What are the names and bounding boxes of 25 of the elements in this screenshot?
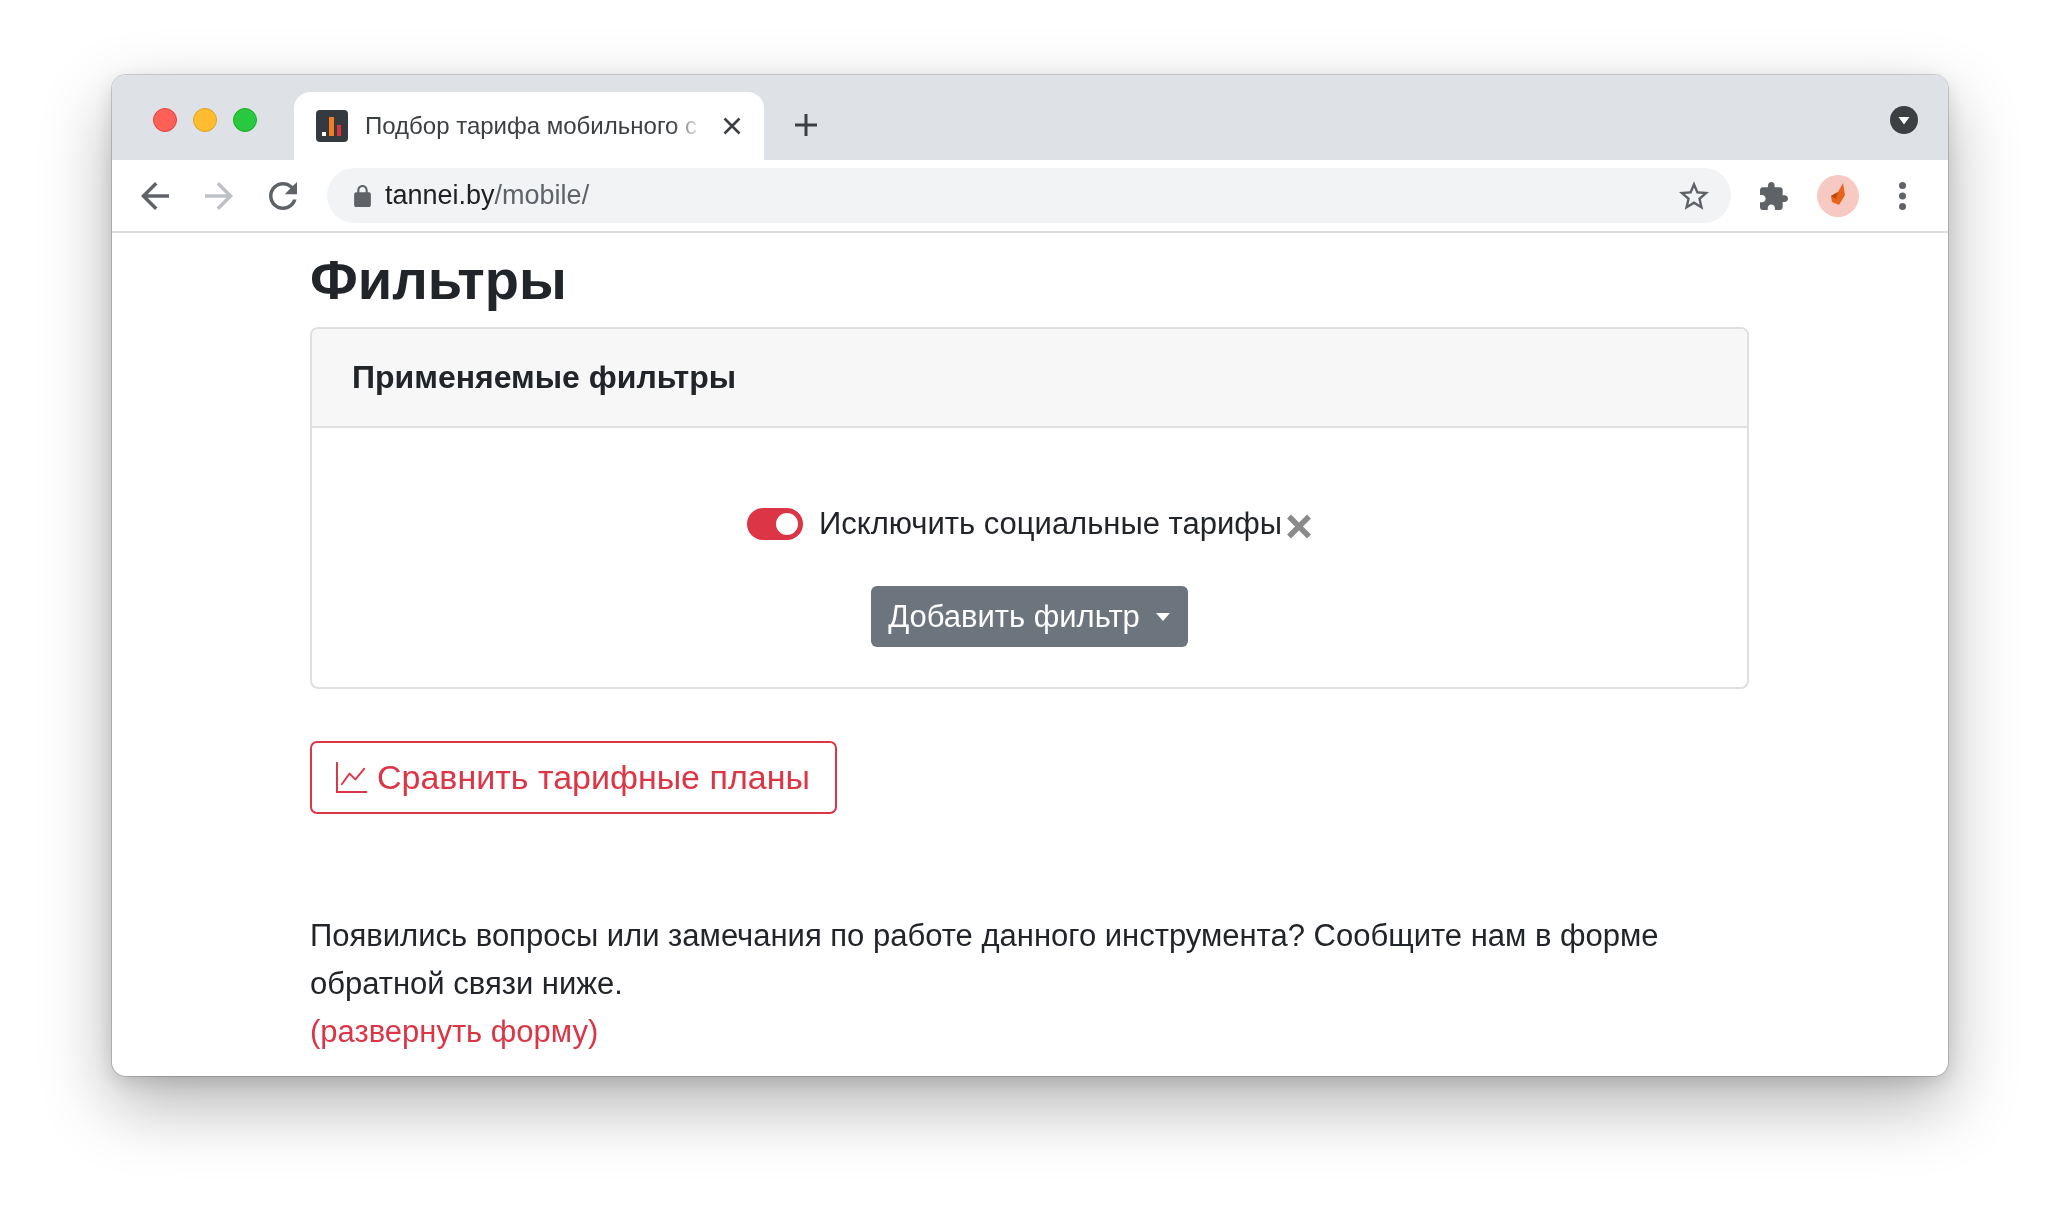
expand-form-link[interactable]: (развернуть форму) [310,1008,599,1056]
compare-plans-button[interactable]: Сравнить тарифные планы [310,741,837,814]
down-caret-icon[interactable] [1890,106,1918,134]
lock-icon[interactable] [354,184,371,207]
puzzle-piece-icon[interactable] [1760,181,1788,210]
toggle-switch[interactable] [746,507,803,540]
page-heading: Фильтры [310,247,567,313]
address-bar[interactable]: tannei.by/mobile/ [327,168,1731,223]
add-filter-button[interactable]: Добавить фильтр [871,586,1188,647]
filter-label: Исключить социальные тарифы [818,505,1283,542]
caret-icon [1155,612,1170,621]
feedback-text: Появились вопросы или замечания по работе данного инструмента? Сообщите нам в форме обратной связи ниже. [310,917,1660,1003]
line-chart-icon [336,762,367,793]
card-title: Применяемые фильтры [352,359,737,396]
close-icon[interactable] [723,117,741,135]
bar-chart-icon [316,110,348,142]
browser-tab[interactable]: Подбор тарифа мобильного с [294,92,764,160]
avatar-icon[interactable] [1817,174,1859,217]
star-icon[interactable] [1679,181,1709,210]
more-icon[interactable] [1899,181,1906,210]
plus-icon[interactable] [795,114,817,136]
close-window-icon[interactable] [153,108,177,132]
reload-icon[interactable] [269,181,297,210]
url-text: tannei.by/mobile/ [385,180,590,211]
back-icon[interactable] [141,181,169,210]
